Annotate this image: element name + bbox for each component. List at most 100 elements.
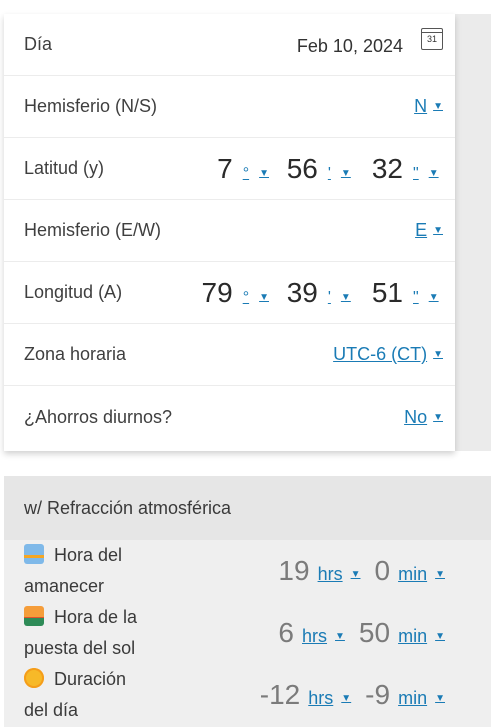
longitude-degrees-unit-select[interactable]: ° ▼ (243, 289, 273, 307)
latitude-seconds-unit-select[interactable]: " ▼ (413, 165, 443, 183)
caret-down-icon: ▼ (435, 631, 445, 642)
sunrise-minutes-value: 0 (374, 555, 391, 586)
hemisphere-ns-label: Hemisferio (N/S) (24, 96, 158, 116)
day-length-minutes-unit-select[interactable]: min ▼ (398, 688, 445, 709)
dst-value: No (404, 406, 428, 427)
hemisphere-ew-row: Hemisferio (E/W) E ▼ (4, 200, 455, 262)
day-length-values: -12 hrs ▼ -9 min ▼ (246, 679, 445, 711)
sun-icon (24, 668, 44, 688)
calendar-icon[interactable]: 31 (421, 27, 443, 50)
day-length-label-line1: Duración (54, 669, 127, 689)
latitude-inputs: 7 ° ▼ 56 ' ▼ 32 " ▼ (203, 153, 443, 185)
caret-down-icon: ▼ (433, 101, 443, 112)
sunset-hours-unit-select[interactable]: hrs ▼ (302, 626, 345, 647)
timezone-select[interactable]: UTC-6 (CT) ▼ (333, 344, 443, 365)
sunrise-hours-value: 19 (278, 555, 310, 586)
caret-down-icon: ▼ (350, 569, 361, 580)
dst-row: ¿Ahorros diurnos? No ▼ (4, 386, 455, 448)
input-card: Día Feb 10, 2024 31 Hemisferio (N/S) N ▼… (4, 14, 455, 451)
date-value[interactable]: Feb 10, 2024 (297, 36, 403, 57)
date-label: Día (24, 34, 53, 54)
sunrise-hours-unit: hrs (317, 564, 343, 584)
scrollbar-track[interactable] (455, 14, 491, 451)
caret-down-icon: ▼ (340, 168, 351, 179)
hemisphere-ns-value: N (414, 96, 428, 116)
caret-down-icon: ▼ (428, 168, 439, 179)
day-length-hours-value: -12 (259, 679, 301, 710)
timezone-label: Zona horaria (24, 344, 127, 364)
sunset-label-line2: puesta del sol (24, 638, 136, 658)
day-length-row: Duración del día -12 hrs ▼ -9 min ▼ (4, 664, 491, 726)
sunrise-minutes-unit-select[interactable]: min ▼ (398, 564, 445, 585)
sunrise-label-line2: amanecer (24, 576, 105, 596)
sunset-minutes-value: 50 (358, 617, 391, 648)
latitude-minutes-value[interactable]: 56 (287, 153, 318, 185)
caret-down-icon: ▼ (340, 292, 351, 303)
longitude-seconds-unit-select[interactable]: " ▼ (413, 289, 443, 307)
longitude-row: Longitud (A) 79 ° ▼ 39 ' ▼ 51 " ▼ (4, 262, 455, 324)
longitude-label: Longitud (A) (24, 282, 123, 302)
longitude-inputs: 79 ° ▼ 39 ' ▼ 51 " ▼ (188, 277, 443, 309)
longitude-degrees-unit: ° (242, 288, 250, 306)
sunrise-label: Hora del amanecer (24, 540, 184, 602)
latitude-minutes-unit: ' (327, 164, 331, 182)
day-length-hours-unit: hrs (308, 688, 334, 708)
caret-down-icon: ▼ (428, 292, 439, 303)
longitude-seconds-value[interactable]: 51 (372, 277, 403, 309)
day-length-label-line2: del día (24, 700, 79, 720)
caret-down-icon: ▼ (259, 168, 269, 179)
sunrise-icon (24, 544, 44, 564)
hemisphere-ew-value: E (415, 220, 428, 240)
sunset-row: Hora de la puesta del sol 6 hrs ▼ 50 min ▼ (4, 602, 491, 664)
latitude-seconds-unit: " (413, 164, 419, 182)
day-length-hours-unit-select[interactable]: hrs ▼ (308, 688, 351, 709)
date-picker[interactable]: Feb 10, 2024 31 (297, 27, 443, 57)
sunset-label-line1: Hora de la (54, 607, 138, 627)
day-length-label: Duración del día (24, 664, 184, 726)
longitude-seconds-unit: " (413, 288, 419, 306)
sunset-hours-value: 6 (278, 617, 294, 648)
longitude-minutes-value[interactable]: 39 (287, 277, 318, 309)
results-header: w/ Refracción atmosférica (4, 476, 491, 540)
day-length-minutes-value: -9 (365, 679, 391, 710)
sunset-label: Hora de la puesta del sol (24, 602, 184, 664)
timezone-row: Zona horaria UTC-6 (CT) ▼ (4, 324, 455, 386)
caret-down-icon: ▼ (435, 693, 445, 704)
sunrise-hours-unit-select[interactable]: hrs ▼ (318, 564, 361, 585)
dst-select[interactable]: No ▼ (404, 407, 443, 428)
latitude-seconds-value[interactable]: 32 (372, 153, 403, 185)
hemisphere-ns-row: Hemisferio (N/S) N ▼ (4, 76, 455, 138)
latitude-degrees-value[interactable]: 7 (217, 153, 233, 185)
sunrise-label-line1: Hora del (54, 545, 123, 565)
caret-down-icon: ▼ (335, 631, 345, 642)
latitude-minutes-unit-select[interactable]: ' ▼ (328, 165, 358, 183)
caret-down-icon: ▼ (259, 292, 269, 303)
longitude-minutes-unit-select[interactable]: ' ▼ (328, 289, 358, 307)
caret-down-icon: ▼ (433, 349, 443, 360)
longitude-minutes-unit: ' (327, 288, 331, 306)
dst-label: ¿Ahorros diurnos? (24, 406, 173, 427)
caret-down-icon: ▼ (433, 411, 443, 423)
sunrise-minutes-unit: min (398, 564, 428, 584)
caret-down-icon: ▼ (341, 693, 352, 704)
caret-down-icon: ▼ (435, 569, 445, 580)
sunset-hours-unit: hrs (302, 626, 328, 646)
hemisphere-ns-select[interactable]: N ▼ (414, 96, 443, 117)
longitude-degrees-value[interactable]: 79 (202, 277, 233, 309)
latitude-degrees-unit: ° (242, 164, 250, 182)
sunset-minutes-unit-select[interactable]: min ▼ (398, 626, 445, 647)
hemisphere-ew-select[interactable]: E ▼ (415, 220, 443, 241)
results-panel: w/ Refracción atmosférica Hora del amane… (4, 476, 491, 727)
latitude-label: Latitud (y) (24, 158, 105, 178)
caret-down-icon: ▼ (433, 225, 443, 236)
date-row: Día Feb 10, 2024 31 (4, 14, 455, 76)
sunrise-row: Hora del amanecer 19 hrs ▼ 0 min ▼ (4, 540, 491, 602)
timezone-value: UTC-6 (CT) (333, 344, 428, 364)
latitude-row: Latitud (y) 7 ° ▼ 56 ' ▼ 32 " ▼ (4, 138, 455, 200)
sunset-values: 6 hrs ▼ 50 min ▼ (264, 617, 445, 649)
sunset-icon (24, 606, 44, 626)
hemisphere-ew-label: Hemisferio (E/W) (24, 220, 162, 240)
latitude-degrees-unit-select[interactable]: ° ▼ (243, 165, 273, 183)
sunset-minutes-unit: min (398, 626, 428, 646)
sunrise-values: 19 hrs ▼ 0 min ▼ (264, 555, 445, 587)
